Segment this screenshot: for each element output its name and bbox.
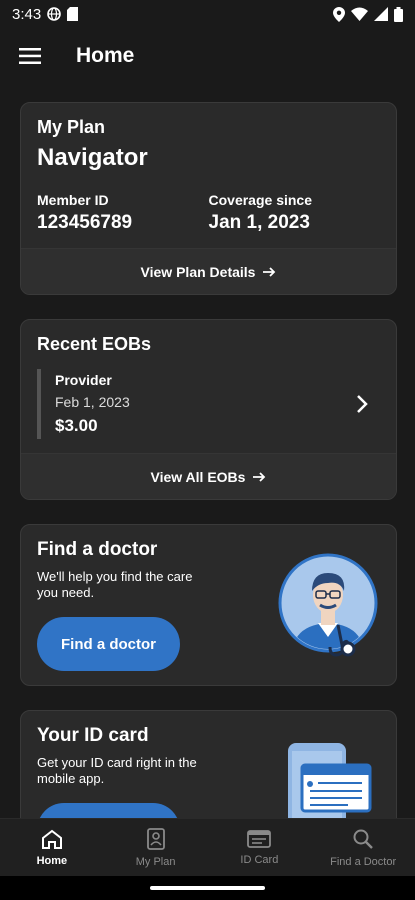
- chevron-right-icon: [357, 395, 368, 413]
- hamburger-icon: [19, 48, 41, 64]
- gesture-area: [0, 876, 415, 900]
- signal-icon: [374, 7, 388, 21]
- coverage-label: Coverage since: [208, 192, 313, 208]
- home-gesture-bar[interactable]: [150, 886, 265, 890]
- bottom-nav: Home My Plan ID Card Find a Doctor: [0, 818, 415, 876]
- nav-label-id-card: ID Card: [240, 853, 279, 866]
- find-doctor-description: We'll help you find the care you need.: [37, 569, 193, 600]
- page-title: Home: [76, 44, 135, 67]
- nav-item-my-plan[interactable]: My Plan: [104, 819, 208, 876]
- wifi-icon: [351, 7, 368, 21]
- status-time: 3:43: [12, 5, 42, 23]
- arrow-right-icon: [253, 471, 266, 482]
- recent-eobs-card: Recent EOBs Provider Feb 1, 2023 $3.00 V…: [20, 319, 397, 500]
- id-card-card: Your ID card Get your ID card right in t…: [20, 710, 397, 818]
- coverage-date: Jan 1, 2023: [208, 212, 310, 233]
- home-icon: [41, 829, 62, 849]
- eobs-title: Recent EOBs: [37, 334, 152, 354]
- battery-icon: [394, 6, 403, 22]
- nav-label-find-doctor: Find a Doctor: [330, 855, 397, 868]
- arrow-right-icon: [263, 266, 276, 277]
- location-icon: [333, 6, 345, 22]
- nav-label-my-plan: My Plan: [135, 855, 176, 868]
- eob-date: Feb 1, 2023: [55, 394, 130, 410]
- eob-provider: Provider: [55, 372, 112, 388]
- doctor-illustration-icon: [278, 553, 378, 657]
- id-card-illustration-icon: [288, 743, 372, 818]
- nav-label-home: Home: [36, 854, 68, 867]
- id-card-button[interactable]: [37, 803, 180, 818]
- find-doctor-card: Find a doctor We'll help you find the ca…: [20, 524, 397, 686]
- menu-button[interactable]: [0, 28, 60, 84]
- plan-label: My Plan: [37, 117, 106, 137]
- view-plan-details-link[interactable]: View Plan Details: [21, 248, 396, 294]
- search-doctor-icon: [353, 829, 373, 849]
- id-card-icon: [247, 829, 272, 848]
- find-doctor-button[interactable]: Find a doctor: [37, 617, 180, 671]
- view-all-eobs-label: View All EOBs: [150, 468, 246, 485]
- app-bar: Home: [0, 28, 415, 84]
- nav-item-id-card[interactable]: ID Card: [208, 819, 312, 876]
- eob-list-item[interactable]: Provider Feb 1, 2023 $3.00: [37, 369, 380, 439]
- status-bar: 3:43: [0, 0, 415, 28]
- member-id-label: Member ID: [37, 192, 109, 208]
- sd-card-icon: [67, 7, 79, 21]
- globe-icon: [47, 7, 62, 21]
- id-card-description: Get your ID card right in the mobile app…: [37, 755, 197, 786]
- home-content[interactable]: My Plan Navigator Member ID 123456789 Co…: [20, 102, 397, 818]
- plan-icon: [146, 827, 165, 850]
- plan-name: Navigator: [37, 144, 148, 171]
- nav-item-find-doctor[interactable]: Find a Doctor: [311, 819, 415, 876]
- nav-item-home[interactable]: Home: [0, 819, 104, 876]
- eob-amount: $3.00: [55, 416, 98, 435]
- member-id-value: 123456789: [37, 212, 133, 233]
- my-plan-card: My Plan Navigator Member ID 123456789 Co…: [20, 102, 397, 295]
- view-all-eobs-link[interactable]: View All EOBs: [21, 453, 396, 499]
- view-plan-details-label: View Plan Details: [140, 263, 256, 280]
